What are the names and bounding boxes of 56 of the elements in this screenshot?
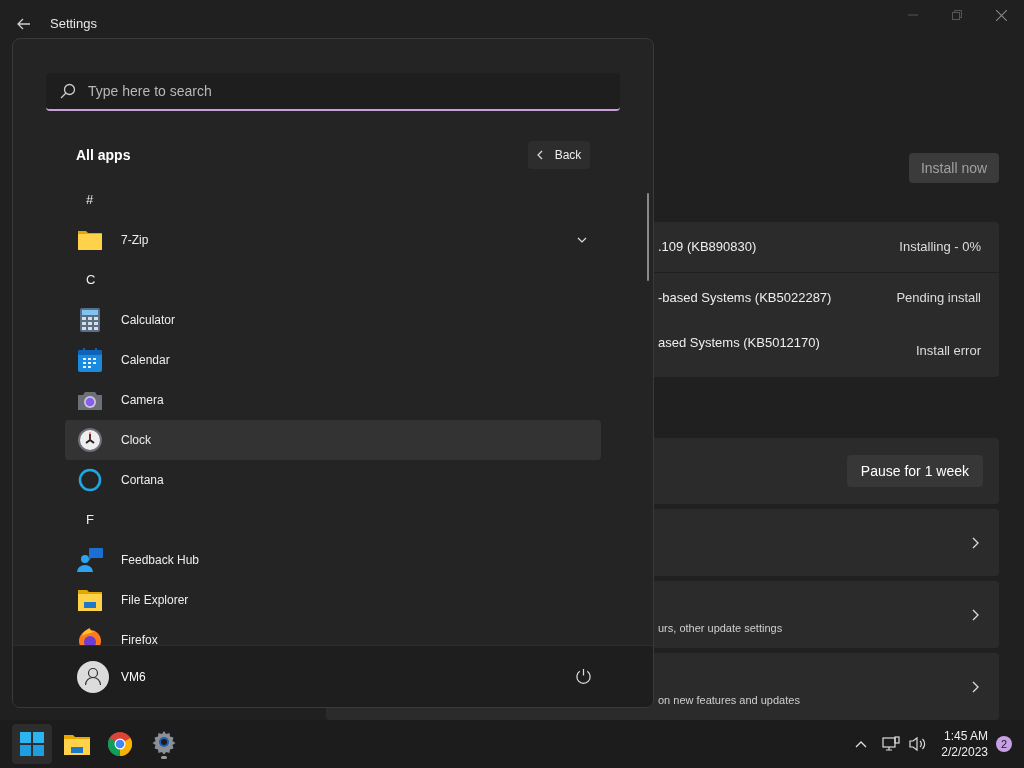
start-button[interactable] xyxy=(12,724,52,764)
app-item[interactable]: Cortana xyxy=(65,460,601,500)
update-name: .109 (KB890830) xyxy=(658,238,757,257)
scrollbar[interactable] xyxy=(647,193,649,281)
update-name: -based Systems (KB5022287) xyxy=(658,289,832,308)
search-field[interactable]: Type here to search xyxy=(46,73,620,111)
circle-icon xyxy=(78,468,102,492)
folder-item[interactable]: 7-Zip xyxy=(65,220,601,260)
chevron-left-icon xyxy=(536,150,543,160)
network-icon[interactable] xyxy=(882,736,901,752)
update-status: Installing - 0% xyxy=(899,238,981,257)
chevron-right-icon xyxy=(972,608,979,621)
volume-icon[interactable] xyxy=(909,736,928,752)
app-item[interactable]: Camera xyxy=(65,380,601,420)
update-name: ased Systems (KB5012170) xyxy=(658,334,820,352)
app-item[interactable]: Calculator xyxy=(65,300,601,340)
folder-icon xyxy=(78,230,102,250)
user-avatar-icon[interactable] xyxy=(77,660,109,693)
camera-icon xyxy=(78,390,102,410)
pause-button[interactable]: Pause for 1 week xyxy=(846,455,983,487)
windows-logo-icon xyxy=(20,732,44,756)
install-now-button[interactable]: Install now xyxy=(909,153,999,183)
app-item[interactable]: Feedback Hub xyxy=(65,540,601,580)
chevron-right-icon xyxy=(972,680,979,693)
back-arrow-icon[interactable] xyxy=(17,17,31,31)
browser-icon[interactable] xyxy=(108,732,132,756)
power-icon[interactable] xyxy=(575,668,592,685)
gear-icon[interactable] xyxy=(152,729,176,754)
search-input[interactable]: Type here to search xyxy=(88,80,606,102)
chevron-right-icon xyxy=(972,536,979,549)
group-letter[interactable]: C xyxy=(86,270,96,290)
running-indicator xyxy=(161,755,167,759)
user-name[interactable]: VM6 xyxy=(121,667,146,686)
app-item[interactable]: Clock xyxy=(65,420,601,460)
calendar-icon xyxy=(78,348,102,372)
folder-icon[interactable] xyxy=(64,733,90,755)
app-item[interactable]: Calendar xyxy=(65,340,601,380)
back-button[interactable]: Back xyxy=(528,141,590,169)
feedback-icon xyxy=(77,548,103,572)
clock-icon xyxy=(78,428,102,452)
card-subtitle: urs, other update settings xyxy=(658,621,783,637)
update-status: Pending install xyxy=(896,289,981,308)
clock-date[interactable]: 2/2/2023 xyxy=(941,744,988,760)
folder-icon xyxy=(78,589,102,611)
window-title: Settings xyxy=(50,15,97,34)
notification-badge[interactable]: 2 xyxy=(996,736,1012,752)
card-subtitle: on new features and updates xyxy=(658,693,800,709)
clock-time[interactable]: 1:45 AM xyxy=(943,728,988,744)
section-heading: All apps xyxy=(76,145,131,165)
chevron-up-icon[interactable] xyxy=(855,740,868,748)
group-letter[interactable]: # xyxy=(86,190,94,210)
close-icon[interactable] xyxy=(996,9,1007,21)
calculator-icon xyxy=(80,308,100,332)
search-icon xyxy=(60,83,76,99)
update-status: Install error xyxy=(915,342,981,360)
group-letter[interactable]: F xyxy=(86,510,94,530)
